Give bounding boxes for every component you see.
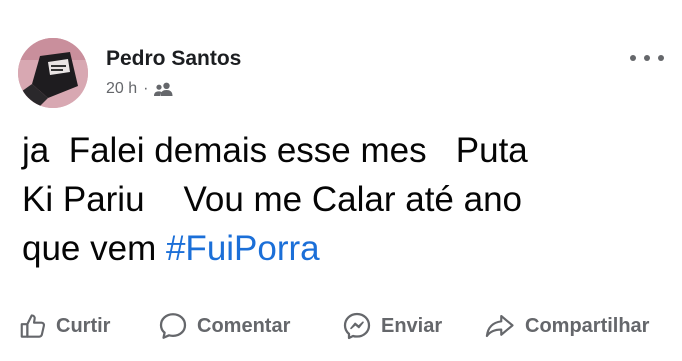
comment-label: Comentar (197, 314, 291, 337)
avatar-image (18, 38, 88, 108)
more-dot (658, 55, 664, 61)
post-text-line: que vem (22, 229, 166, 268)
comment-button[interactable]: Comentar (157, 306, 290, 346)
share-button[interactable]: Compartilhar (483, 306, 649, 346)
messenger-icon (343, 312, 371, 340)
more-dot (630, 55, 636, 61)
like-button[interactable]: Curtir (18, 306, 110, 346)
post-text: ja Falei demais esse mes Puta Ki Pariu V… (22, 126, 662, 273)
comment-icon (159, 313, 187, 339)
share-label: Compartilhar (525, 314, 650, 337)
meta-separator: · (143, 80, 149, 97)
post-meta: 20 h · (106, 80, 173, 98)
author-name[interactable]: Pedro Santos (106, 47, 241, 71)
post-time[interactable]: 20 h (106, 80, 137, 98)
more-dot (644, 55, 650, 61)
send-label: Enviar (381, 314, 443, 337)
send-button[interactable]: Enviar (341, 306, 442, 346)
post-actions: Curtir Comentar Enviar Compartilhar (0, 306, 682, 346)
post-text-line: ja Falei demais esse mes Puta (22, 131, 528, 170)
hashtag-link[interactable]: #FuiPorra (166, 229, 320, 268)
post-text-line-last: que vem #FuiPorra (22, 224, 662, 273)
avatar[interactable] (18, 38, 88, 108)
post-text-line: Ki Pariu Vou me Calar até ano (22, 180, 522, 219)
share-icon (485, 314, 514, 338)
friends-icon[interactable] (154, 82, 173, 96)
like-label: Curtir (56, 314, 111, 337)
like-icon (20, 314, 46, 338)
more-icon[interactable] (630, 50, 664, 66)
